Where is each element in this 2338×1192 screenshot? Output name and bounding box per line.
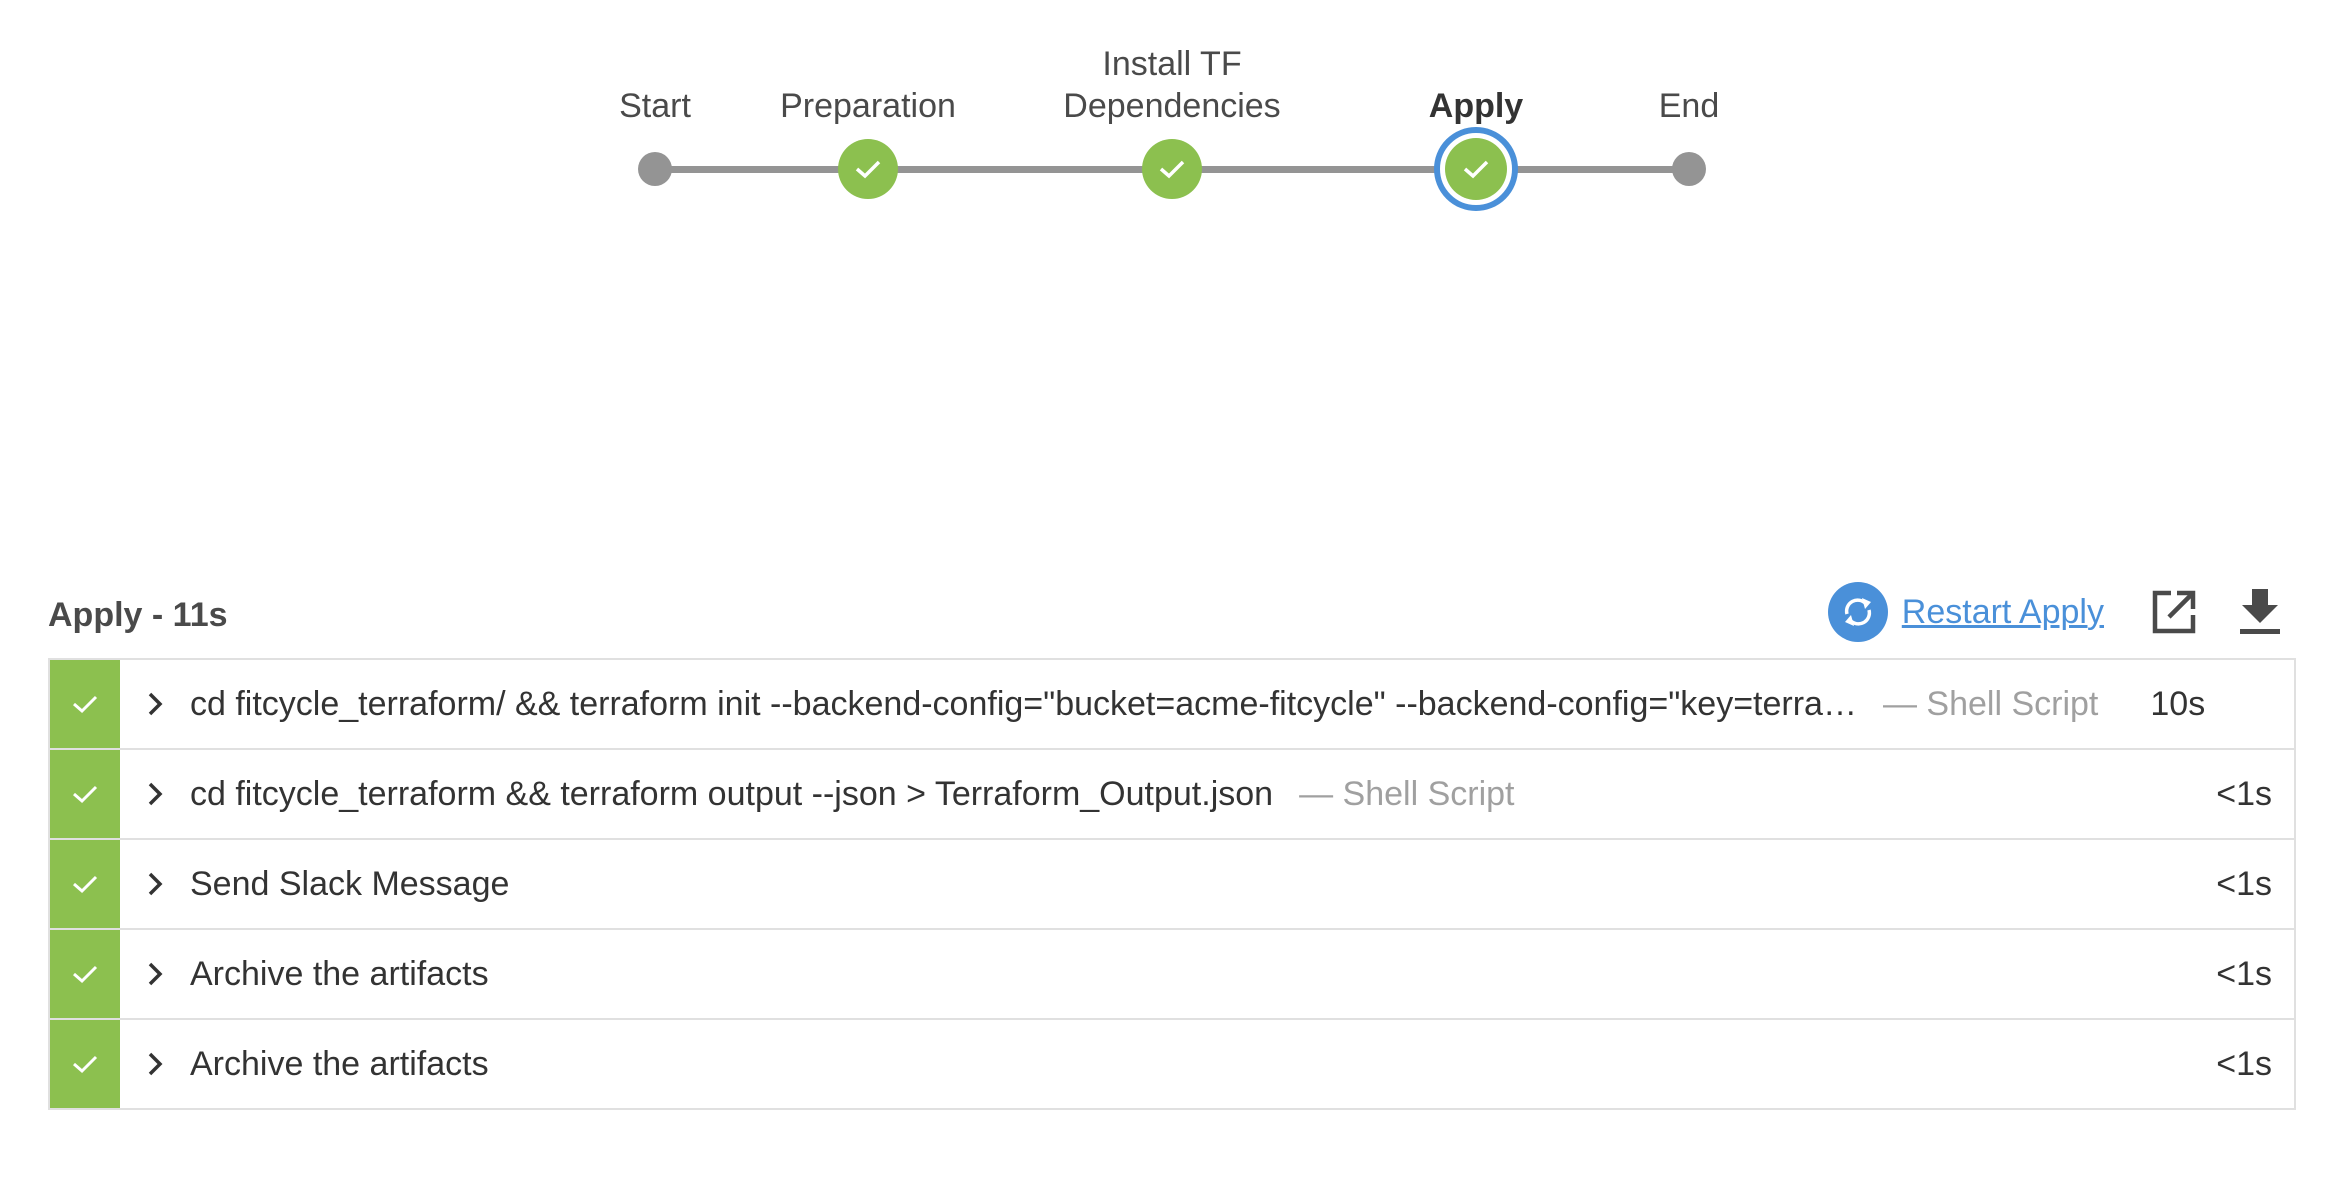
stage-label-apply: Apply: [1428, 87, 1524, 125]
stage-label-line-1: Install TF: [1102, 45, 1242, 83]
check-icon: [73, 695, 98, 714]
check-icon: [855, 160, 881, 179]
restart-icon[interactable]: [1827, 582, 1888, 642]
stage-actions: Restart Apply: [1827, 582, 2288, 642]
step-command: cd fitcycle_terraform && terraform outpu…: [190, 774, 1274, 813]
check-icon: [73, 785, 98, 804]
step-duration: <1s: [2216, 1044, 2272, 1083]
steps-list: cd fitcycle_terraform/ && terraform init…: [48, 658, 2296, 1110]
step-name: Archive the artifacts: [190, 954, 489, 993]
pipeline-graph: Start Preparation Install TF Dependencie…: [0, 0, 2338, 260]
stage-title: Apply - 11s: [48, 596, 228, 634]
download-icon[interactable]: [2232, 584, 2288, 640]
step-type: — Shell Script: [1299, 774, 1515, 813]
stage-label-line-2: Dependencies: [1063, 87, 1281, 125]
step-status-success: [50, 840, 120, 928]
download-glyph: [2240, 589, 2280, 634]
step-row[interactable]: Archive the artifacts <1s: [50, 1020, 2294, 1108]
open-in-new-window-icon[interactable]: [2146, 584, 2202, 640]
step-status-success: [50, 1020, 120, 1108]
stage-label-preparation: Preparation: [780, 87, 956, 125]
step-duration: <1s: [2216, 774, 2272, 813]
check-icon: [73, 1055, 98, 1074]
check-icon: [1159, 160, 1185, 179]
restart-stage-link[interactable]: Restart Apply: [1902, 593, 2104, 632]
step-row[interactable]: Archive the artifacts <1s: [50, 930, 2294, 1020]
stage-label-start: Start: [619, 87, 691, 125]
step-row[interactable]: cd fitcycle_terraform/ && terraform init…: [50, 660, 2294, 750]
stage-node-end[interactable]: [1672, 152, 1706, 186]
stage-node-preparation[interactable]: [838, 139, 898, 199]
check-icon: [1463, 160, 1489, 179]
step-duration: <1s: [2216, 954, 2272, 993]
step-duration: <1s: [2216, 864, 2272, 903]
step-row[interactable]: cd fitcycle_terraform && terraform outpu…: [50, 750, 2294, 840]
stage-label-install-tf-dependencies: Install TF Dependencies: [1063, 43, 1280, 127]
refresh-arrows-glyph: [1844, 598, 1871, 626]
step-status-success: [50, 930, 120, 1018]
expand-chevron-icon[interactable]: [120, 781, 190, 807]
stage-node-install-tf-dependencies[interactable]: [1142, 139, 1202, 199]
stage-label-end: End: [1658, 87, 1720, 125]
step-duration: 10s: [2150, 684, 2206, 723]
check-icon: [73, 965, 98, 984]
check-icon: [73, 875, 98, 894]
step-name: Archive the artifacts: [190, 1044, 489, 1083]
external-link-glyph: [2152, 590, 2196, 634]
expand-chevron-icon[interactable]: [120, 691, 190, 717]
step-row[interactable]: Send Slack Message <1s: [50, 840, 2294, 930]
stage-node-start[interactable]: [638, 152, 672, 186]
stage-node-apply[interactable]: [1434, 127, 1518, 211]
stage-node-apply-inner: [1445, 138, 1507, 200]
expand-chevron-icon[interactable]: [120, 871, 190, 897]
step-status-success: [50, 750, 120, 838]
step-type: — Shell Script: [1882, 684, 2099, 723]
step-status-success: [50, 660, 120, 748]
expand-chevron-icon[interactable]: [120, 1051, 190, 1077]
expand-chevron-icon[interactable]: [120, 961, 190, 987]
step-name: Send Slack Message: [190, 864, 510, 903]
step-command: cd fitcycle_terraform/ && terraform init…: [190, 684, 1857, 723]
